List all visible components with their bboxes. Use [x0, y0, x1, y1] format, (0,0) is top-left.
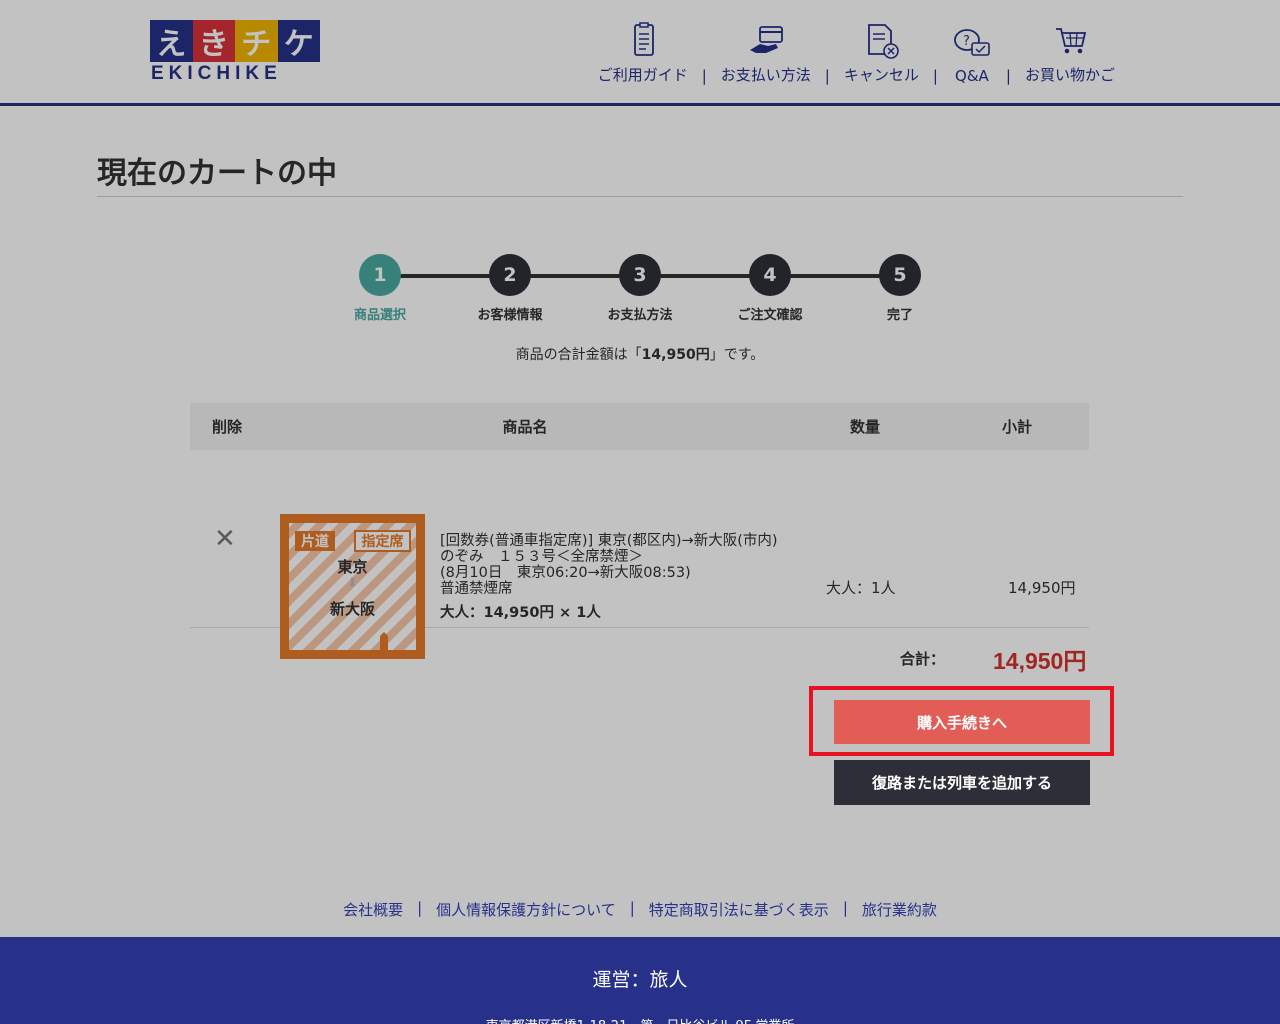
step-3-number: 3 — [619, 254, 661, 296]
footer-operator: 運営：旅人 — [592, 969, 688, 991]
checkout-progress: 1 商品選択 2 お客様情報 3 お支払方法 4 ご注文確認 5 完了 — [340, 254, 940, 324]
header-delete: 削除 — [212, 418, 243, 436]
logo-char-3: チ — [235, 20, 278, 62]
step-1: 1 商品選択 — [335, 254, 425, 323]
item-train: のぞみ １５３号＜全席禁煙＞ — [440, 549, 643, 565]
footer-link-commerce-law[interactable]: 特定商取引法に基づく表示 — [649, 899, 829, 920]
ticket-type: 片道 — [301, 534, 329, 550]
nav-payment[interactable]: お支払い方法 — [721, 22, 811, 85]
nav-separator: | — [701, 67, 707, 85]
logo-char-4: ケ — [277, 20, 320, 62]
item-price-line: 大人：14,950円 × 1人 — [440, 605, 601, 621]
step-3: 3 お支払方法 — [595, 254, 685, 323]
payment-icon — [749, 26, 783, 53]
item-ticket-name: [回数券(普通車指定席)] 東京(都区内)→新大阪(市内) — [440, 533, 778, 549]
item-quantity: 大人：1人 — [826, 579, 896, 597]
footer-link-terms[interactable]: 旅行業約款 — [862, 899, 937, 920]
step-4-number: 4 — [749, 254, 791, 296]
ticket-thumbnail-text: 片道 指定席 東京 ⬇ 新大阪 — [280, 514, 425, 659]
guide-icon — [633, 22, 654, 56]
total-value: 14,950円 — [993, 648, 1087, 674]
nav-cancel[interactable]: キャンセル — [844, 22, 919, 85]
table-header: 削除 商品名 数量 小計 — [190, 403, 1089, 450]
logo-subtitle: EKICHIKE — [151, 63, 282, 84]
step-2-number: 2 — [489, 254, 531, 296]
total-msg-suffix: 」です。 — [709, 347, 765, 363]
item-schedule: (8月10日 東京06:20→新大阪08:53) — [440, 565, 691, 581]
nav-cart[interactable]: お買い物かご — [1025, 22, 1115, 85]
item-seat-class: 普通禁煙席 — [440, 581, 513, 597]
nav-separator: | — [1005, 67, 1011, 85]
ticket-from: 東京 — [337, 558, 368, 576]
cart-table: 削除 商品名 数量 小計 ✕ 片道 指定席 東京 ⬇ 新大阪 [回数券(普通車指… — [190, 403, 1089, 659]
nav-qa[interactable]: ? Q&A — [952, 25, 992, 85]
cart-total-message: 商品の合計金額は「14,950円」です。 — [0, 344, 1280, 364]
step-3-label: お支払方法 — [607, 308, 673, 323]
ticket-to: 新大阪 — [329, 600, 375, 618]
qa-icon: ? — [954, 29, 990, 56]
total-label: 合計： — [900, 650, 946, 668]
step-2-label: お客様情報 — [477, 308, 543, 323]
logo-char-2: き — [192, 20, 235, 62]
nav-separator: | — [824, 67, 830, 85]
table-row: ✕ 片道 指定席 東京 ⬇ 新大阪 [回数券(普通車指定席)] 東京(都区内)→… — [190, 450, 1089, 659]
footer-link-privacy[interactable]: 個人情報保護方針について — [436, 899, 616, 920]
page-title: 現在のカートの中 — [97, 156, 337, 191]
step-1-label: 商品選択 — [353, 308, 406, 323]
nav-payment-label: お支払い方法 — [720, 66, 811, 84]
step-2: 2 お客様情報 — [465, 254, 555, 323]
nav-cancel-label: キャンセル — [843, 66, 919, 84]
header-subtotal: 小計 — [1001, 418, 1032, 436]
footer-links: 会社概要 | 個人情報保護方針について | 特定商取引法に基づく表示 | 旅行業… — [0, 899, 1280, 920]
total-msg-prefix: 商品の合計金額は「 — [515, 347, 642, 363]
ticket-seat-type: 指定席 — [361, 534, 404, 550]
site-footer: 運営：旅人 東京都港区新橋1-18-21 第一日比谷ビル 9F 営業所 — [0, 937, 1280, 1024]
nav-separator: | — [932, 67, 938, 85]
step-1-number: 1 — [359, 254, 401, 296]
header-nav: ご利用ガイド | お支払い方法 | キャンセル | ? Q&A | お買い物かご — [598, 22, 1115, 85]
add-return-train-button[interactable]: 復路または列車を追加する — [834, 760, 1090, 805]
delete-item-button[interactable]: ✕ — [214, 524, 236, 554]
proceed-to-checkout-button[interactable]: 購入手続きへ — [834, 700, 1090, 744]
ticket-arrow: ⬇ — [347, 576, 358, 591]
nav-qa-label: Q&A — [955, 67, 989, 85]
logo-blocks: え き チ ケ — [150, 20, 320, 62]
step-5: 5 完了 — [855, 254, 945, 323]
total-msg-amount: 14,950円 — [641, 347, 710, 363]
logo-char-1: え — [150, 20, 193, 62]
item-subtotal: 14,950円 — [1008, 579, 1076, 597]
step-5-label: 完了 — [886, 308, 913, 323]
ekichike-logo[interactable]: え き チ ケ EKICHIKE — [150, 20, 320, 84]
nav-guide-label: ご利用ガイド — [597, 66, 688, 84]
step-5-number: 5 — [879, 254, 921, 296]
header-product-name: 商品名 — [502, 418, 548, 436]
step-4-label: ご注文確認 — [737, 308, 803, 323]
svg-text:?: ? — [963, 34, 970, 49]
site-header: え き チ ケ EKICHIKE ご利用ガイド | お支払い方法 | キャンセル… — [0, 0, 1280, 106]
cart-icon — [1055, 28, 1087, 54]
header-quantity: 数量 — [849, 418, 880, 436]
footer-separator: | — [417, 899, 423, 917]
cancel-doc-icon — [868, 24, 900, 59]
footer-separator: | — [842, 899, 848, 917]
footer-link-company[interactable]: 会社概要 — [343, 899, 403, 920]
item-details: [回数券(普通車指定席)] 東京(都区内)→新大阪(市内) のぞみ １５３号＜全… — [440, 533, 780, 621]
title-divider — [97, 196, 1183, 197]
footer-separator: | — [629, 899, 635, 917]
nav-cart-label: お買い物かご — [1024, 66, 1115, 84]
nav-guide[interactable]: ご利用ガイド — [598, 22, 688, 85]
step-4: 4 ご注文確認 — [725, 254, 815, 323]
footer-address: 東京都港区新橋1-18-21 第一日比谷ビル 9F 営業所 — [0, 1015, 1280, 1024]
